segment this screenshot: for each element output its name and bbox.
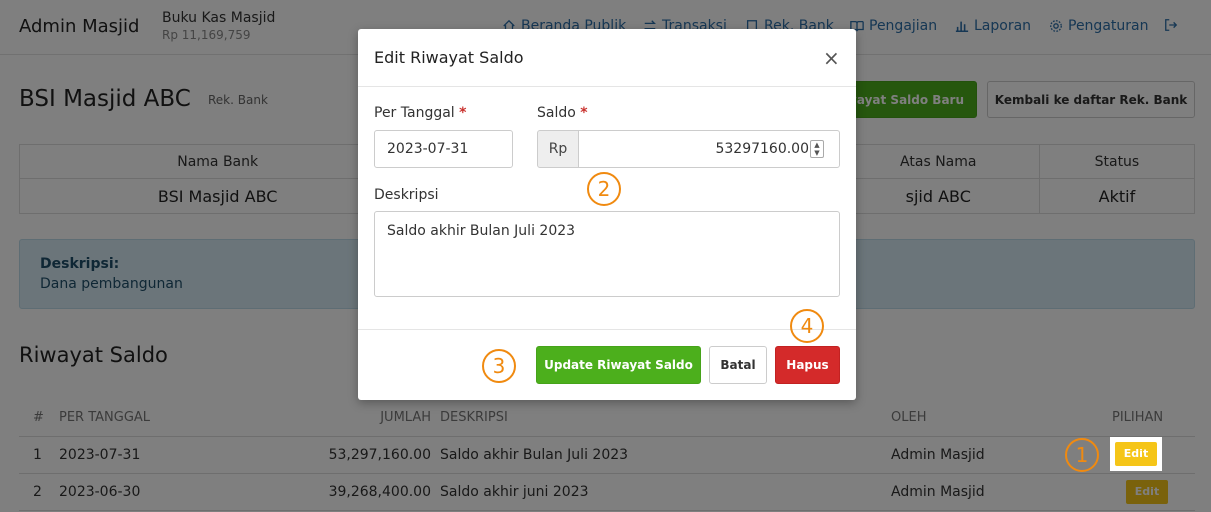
step-marker-2: 2 <box>587 172 621 206</box>
delete-button[interactable]: Hapus <box>775 346 840 384</box>
required-mark: * <box>580 105 588 121</box>
description-textarea[interactable]: Saldo akhir Bulan Juli 2023 <box>374 211 840 297</box>
modal-title: Edit Riwayat Saldo <box>374 48 524 67</box>
cancel-button[interactable]: Batal <box>709 346 767 384</box>
description-field-label: Deskripsi <box>374 187 439 203</box>
date-label-text: Per Tanggal <box>374 105 455 121</box>
saldo-label-text: Saldo <box>537 105 576 121</box>
step-marker-1: 1 <box>1065 438 1099 472</box>
edit-button[interactable]: Edit <box>1115 442 1157 466</box>
update-riwayat-saldo-button[interactable]: Update Riwayat Saldo <box>536 346 701 384</box>
saldo-label: Saldo * <box>537 105 588 121</box>
date-label: Per Tanggal * <box>374 105 466 121</box>
divider <box>358 329 856 330</box>
number-spinner[interactable]: ▲ ▼ <box>810 140 824 158</box>
step-marker-4: 4 <box>790 309 824 343</box>
currency-addon: Rp <box>537 130 579 168</box>
date-field[interactable]: 2023-07-31 <box>374 130 513 168</box>
divider <box>358 86 856 87</box>
step-marker-3: 3 <box>482 349 516 383</box>
close-icon[interactable]: × <box>823 46 840 70</box>
required-mark: * <box>459 105 467 121</box>
saldo-field[interactable]: 53297160.00 <box>578 130 840 168</box>
edit-riwayat-saldo-modal: Edit Riwayat Saldo × Per Tanggal * 2023-… <box>358 29 856 400</box>
edit-button-highlight: Edit <box>1110 437 1162 471</box>
